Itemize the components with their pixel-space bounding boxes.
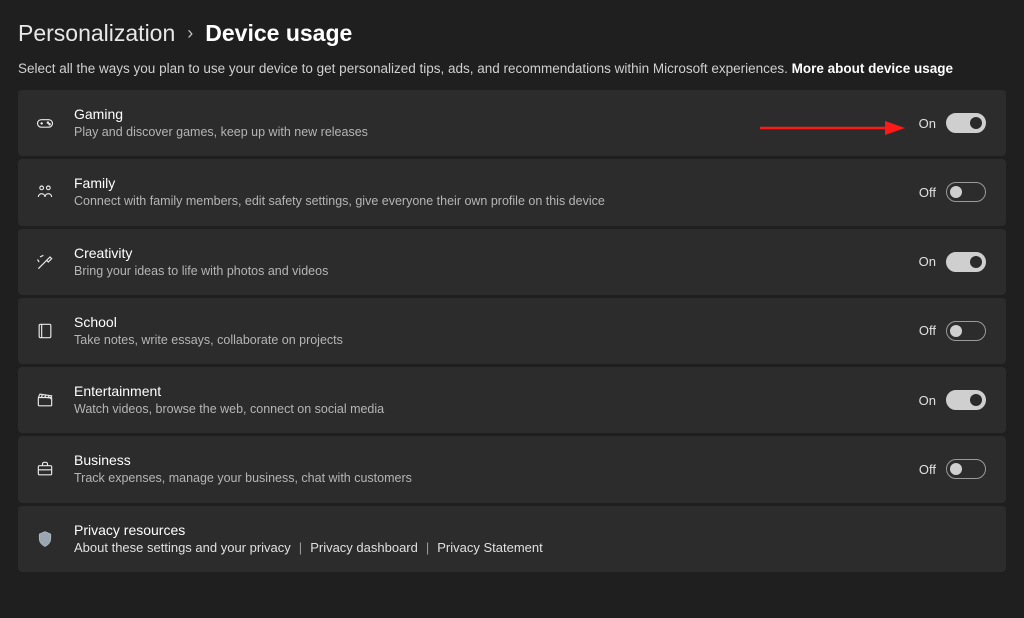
setting-row-gaming: Gaming Play and discover games, keep up … <box>18 90 1006 156</box>
privacy-resources-row: Privacy resources About these settings a… <box>18 506 1006 572</box>
toggle-state-label: On <box>919 254 936 269</box>
book-icon <box>34 320 56 342</box>
setting-subtitle: Bring your ideas to life with photos and… <box>74 263 901 279</box>
setting-row-creativity: Creativity Bring your ideas to life with… <box>18 229 1006 295</box>
family-icon <box>34 181 56 203</box>
breadcrumb-parent[interactable]: Personalization <box>18 20 175 47</box>
setting-subtitle: Watch videos, browse the web, connect on… <box>74 401 901 417</box>
school-toggle[interactable] <box>946 321 986 341</box>
setting-title: Entertainment <box>74 383 901 399</box>
gaming-toggle[interactable] <box>946 113 986 133</box>
settings-list: Gaming Play and discover games, keep up … <box>18 90 1006 572</box>
setting-title: Family <box>74 175 901 191</box>
more-about-link[interactable]: More about device usage <box>792 61 953 76</box>
chevron-right-icon: › <box>187 23 193 44</box>
creativity-toggle[interactable] <box>946 252 986 272</box>
description-text: Select all the ways you plan to use your… <box>18 61 792 76</box>
privacy-link-dashboard[interactable]: Privacy dashboard <box>310 540 418 555</box>
toggle-state-label: Off <box>919 462 936 477</box>
privacy-link-statement[interactable]: Privacy Statement <box>437 540 543 555</box>
business-toggle[interactable] <box>946 459 986 479</box>
setting-row-school: School Take notes, write essays, collabo… <box>18 298 1006 364</box>
toggle-state-label: On <box>919 393 936 408</box>
setting-row-family: Family Connect with family members, edit… <box>18 159 1006 225</box>
setting-title: Gaming <box>74 106 901 122</box>
privacy-title: Privacy resources <box>74 522 986 538</box>
creativity-icon <box>34 251 56 273</box>
setting-subtitle: Take notes, write essays, collaborate on… <box>74 332 901 348</box>
shield-icon <box>34 528 56 550</box>
briefcase-icon <box>34 458 56 480</box>
page-description: Select all the ways you plan to use your… <box>18 61 1006 76</box>
separator: | <box>299 540 302 555</box>
toggle-state-label: On <box>919 116 936 131</box>
clapper-icon <box>34 389 56 411</box>
setting-row-entertainment: Entertainment Watch videos, browse the w… <box>18 367 1006 433</box>
privacy-link-about[interactable]: About these settings and your privacy <box>74 540 291 555</box>
page-title: Device usage <box>205 20 352 47</box>
separator: | <box>426 540 429 555</box>
breadcrumb: Personalization › Device usage <box>18 20 1006 47</box>
setting-title: Creativity <box>74 245 901 261</box>
privacy-links: About these settings and your privacy | … <box>74 540 986 555</box>
family-toggle[interactable] <box>946 182 986 202</box>
setting-title: Business <box>74 452 901 468</box>
gamepad-icon <box>34 112 56 134</box>
setting-title: School <box>74 314 901 330</box>
toggle-state-label: Off <box>919 323 936 338</box>
setting-subtitle: Connect with family members, edit safety… <box>74 193 901 209</box>
toggle-state-label: Off <box>919 185 936 200</box>
setting-row-business: Business Track expenses, manage your bus… <box>18 436 1006 502</box>
setting-subtitle: Play and discover games, keep up with ne… <box>74 124 901 140</box>
entertainment-toggle[interactable] <box>946 390 986 410</box>
setting-subtitle: Track expenses, manage your business, ch… <box>74 470 901 486</box>
